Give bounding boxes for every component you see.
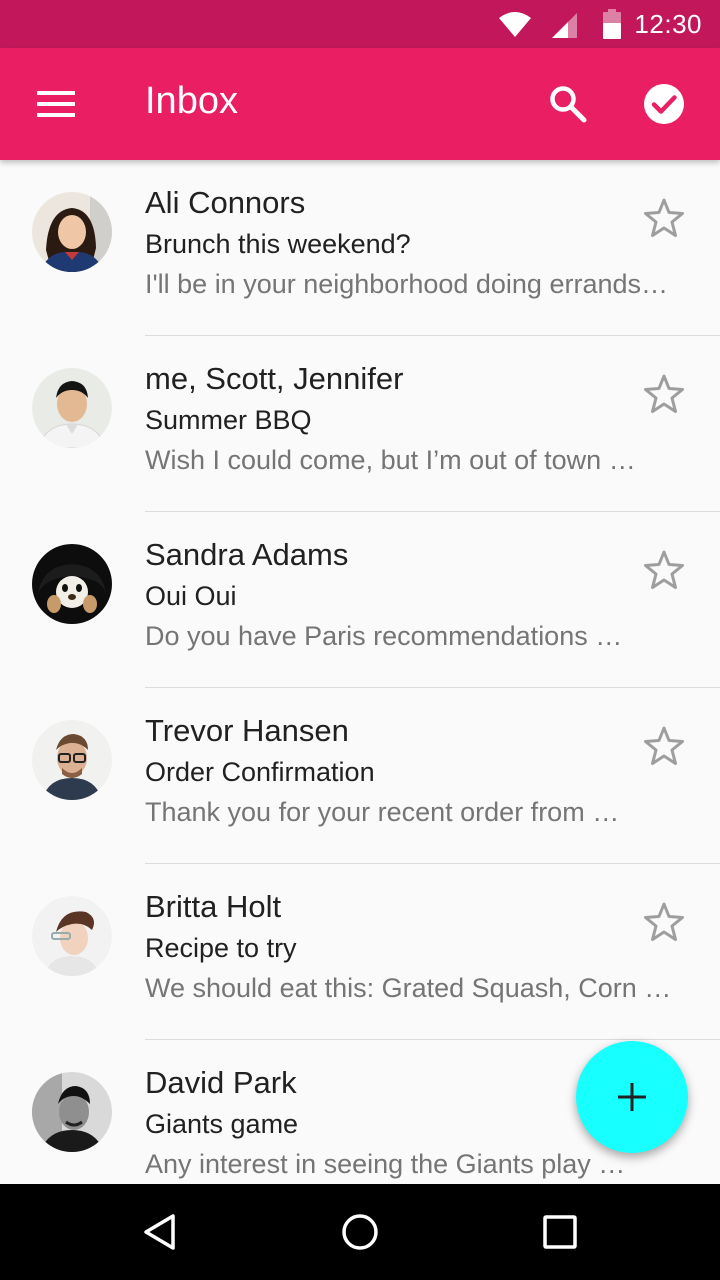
star-icon[interactable]: [642, 196, 686, 240]
navigation-bar: [0, 1184, 720, 1280]
star-icon[interactable]: [642, 548, 686, 592]
email-row[interactable]: Ali Connors Brunch this weekend? I'll be…: [0, 160, 720, 336]
menu-button[interactable]: [28, 76, 84, 132]
email-row[interactable]: Britta Holt Recipe to try We should eat …: [0, 864, 720, 1040]
home-button[interactable]: [332, 1204, 388, 1260]
status-bar: 12:30: [0, 0, 720, 48]
email-row[interactable]: Trevor Hansen Order Confirmation Thank y…: [0, 688, 720, 864]
email-snippet: Any interest in seeing the Giants play …: [145, 1149, 626, 1179]
star-icon[interactable]: [642, 372, 686, 416]
menu-icon: [37, 91, 75, 117]
email-snippet: We should eat this: Grated Squash, Corn …: [145, 973, 672, 1003]
email-sender: David Park: [145, 1065, 297, 1100]
wifi-icon: [499, 12, 531, 37]
avatar: [32, 896, 112, 976]
email-snippet: Do you have Paris recommendations …: [145, 621, 623, 651]
back-button[interactable]: [132, 1204, 188, 1260]
signal-icon: [552, 13, 577, 38]
page-title: Inbox: [145, 80, 238, 122]
email-sender: Britta Holt: [145, 889, 282, 924]
recents-button[interactable]: [532, 1204, 588, 1260]
plus-icon: [618, 1083, 646, 1111]
email-snippet: I'll be in your neighborhood doing erran…: [145, 269, 668, 299]
avatar: [32, 544, 112, 624]
star-icon[interactable]: [642, 900, 686, 944]
email-sender: Trevor Hansen: [145, 713, 349, 748]
battery-icon: [603, 9, 621, 39]
email-subject: Oui Oui: [145, 581, 237, 611]
email-subject: Brunch this weekend?: [145, 229, 411, 259]
email-sender: Ali Connors: [145, 185, 306, 220]
avatar: [32, 192, 112, 272]
email-sender: me, Scott, Jennifer: [145, 361, 404, 396]
status-time: 12:30: [634, 9, 702, 39]
app-bar: Inbox: [0, 48, 720, 160]
email-list: Ali Connors Brunch this weekend? I'll be…: [0, 160, 720, 1184]
email-subject: Giants game: [145, 1109, 299, 1139]
email-subject: Recipe to try: [145, 933, 297, 963]
search-button[interactable]: [540, 76, 596, 132]
email-row[interactable]: Sandra Adams Oui Oui Do you have Paris r…: [0, 512, 720, 688]
avatar: [32, 368, 112, 448]
back-icon: [144, 1214, 175, 1250]
email-snippet: Thank you for your recent order from …: [145, 797, 620, 827]
email-subject: Summer BBQ: [145, 405, 312, 435]
email-snippet: Wish I could come, but I’m out of town …: [145, 445, 636, 475]
compose-button[interactable]: [576, 1041, 688, 1153]
home-icon: [342, 1214, 378, 1250]
check-circle-icon: [644, 84, 684, 124]
search-icon: [550, 86, 587, 123]
email-row[interactable]: me, Scott, Jennifer Summer BBQ Wish I co…: [0, 336, 720, 512]
recents-icon: [543, 1215, 577, 1249]
avatar: [32, 1072, 112, 1152]
star-icon[interactable]: [642, 724, 686, 768]
avatar: [32, 720, 112, 800]
select-all-button[interactable]: [636, 76, 692, 132]
email-subject: Order Confirmation: [145, 757, 375, 787]
email-sender: Sandra Adams: [145, 537, 349, 572]
